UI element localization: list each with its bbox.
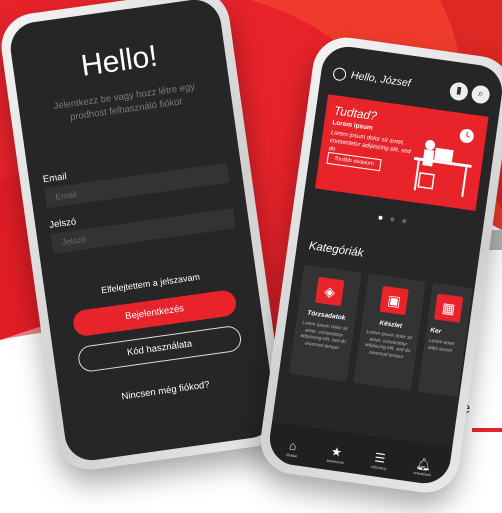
nav-history[interactable]: ☰ előzmény [360,449,398,474]
category-description: Lorem ipsum dolor sit amet, consectetur … [299,320,348,351]
chat-icon[interactable]: ▮ [448,81,470,102]
nav-favorites[interactable]: ★ kedvencek [317,442,355,467]
category-title: Készlet [378,319,403,330]
login-phone-mockup: Hello! Jelentkezz be vagy hozz létre egy… [0,0,289,474]
email-field[interactable]: Email [44,162,230,209]
category-title: Ker [429,326,442,336]
login-screen: Hello! Jelentkezz be vagy hozz létre egy… [7,0,279,464]
grid-icon: ▦ [433,293,464,323]
carousel-dot[interactable] [377,215,383,220]
home-screen: Hello, József ▮ ⌕ Tudtad? Lorem ipsum Lo… [266,43,502,487]
home-phone-mockup: Hello, József ▮ ⌕ Tudtad? Lorem ipsum Lo… [256,33,502,497]
password-label: Jelszó [48,216,77,231]
desk-illustration [413,128,474,198]
layers-icon: ◈ [315,276,345,307]
category-title: Törzsadatok [306,309,346,322]
nav-home[interactable]: ⌂ főoldal [273,436,311,461]
info-banner[interactable]: Tudtad? Lorem ipsum Lorem ipsum dolor si… [314,94,489,211]
greeting: Hello, József [350,69,412,90]
category-card[interactable]: ▣ Készlet Lorem ipsum dolor sit amet, co… [353,273,427,391]
nav-notifications[interactable]: 🔔︎ értesítések [404,455,442,480]
carousel-dot[interactable] [390,217,395,222]
carousel-dot[interactable] [402,218,407,224]
categories-heading: Kategóriák [308,240,365,260]
password-field[interactable]: Jelszó [50,208,236,254]
category-card[interactable]: ◈ Törzsadatok Lorem ipsum dolor sit amet… [288,264,362,382]
avatar-icon[interactable] [332,66,347,82]
register-link[interactable]: Nincsen még fiókod? [60,371,271,411]
box-icon: ▣ [379,285,409,316]
accent-underline [472,428,502,432]
category-description: Lorem ipsum dolor sit amet, consectetur … [364,329,413,360]
email-label: Email [42,171,68,186]
search-icon[interactable]: ⌕ [470,84,491,105]
category-description: Lorem amet adipi eiusm [427,338,455,354]
